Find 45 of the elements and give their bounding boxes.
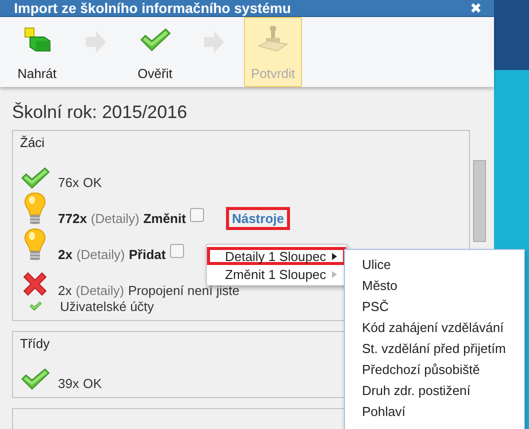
checkmark-icon (20, 166, 50, 190)
school-year-heading: Školní rok: 2015/2016 (11, 101, 188, 124)
count-label: 2x (58, 283, 72, 298)
count-label: 772x (58, 211, 87, 226)
menu-item[interactable]: Detaily 1 Sloupec (207, 247, 346, 265)
tools-link[interactable]: Nástroje (226, 207, 290, 230)
submenu-item[interactable]: Město (345, 275, 524, 296)
submenu-arrow-icon (332, 252, 337, 260)
status-text: Uživatelské účty (60, 298, 154, 314)
blocks-icon (22, 24, 52, 54)
count-label: 2x (58, 247, 72, 262)
status-text: Propojení není jiste (128, 283, 240, 298)
submenu-item[interactable]: Předchozí působiště (345, 359, 524, 380)
action-label: Změnit (143, 211, 186, 226)
submenu-item[interactable]: St. vzdělání před přijetím (345, 338, 524, 359)
checkmark-icon (20, 367, 50, 391)
submenu-item[interactable]: Kód zahájení vzdělávání (345, 317, 524, 338)
count-label: 39x (58, 376, 79, 391)
lightbulb-icon (24, 228, 46, 262)
submenu-item[interactable]: Ulice (345, 254, 524, 275)
close-button[interactable]: ✖ (470, 0, 482, 16)
status-text: OK (82, 376, 102, 391)
submenu-item[interactable]: Druh zdr. postižení (345, 380, 524, 401)
section-title: Třídy (20, 336, 50, 351)
checkmark-icon (28, 300, 42, 312)
checkmark-icon (139, 26, 171, 52)
window-title: Import ze školního informačního systému (14, 0, 291, 16)
count-label: 76x (58, 175, 79, 190)
cross-icon (21, 270, 49, 298)
checkbox[interactable] (190, 208, 204, 222)
submenu-item[interactable]: Pohlaví (345, 401, 524, 422)
step-button[interactable]: Ověřit (126, 17, 184, 87)
status-text: OK (82, 175, 102, 190)
details-link[interactable]: (Detaily) (76, 283, 124, 298)
details-link[interactable]: (Detaily) (76, 247, 125, 262)
menu-item[interactable]: Změnit 1 Sloupec (207, 265, 346, 283)
section-title: Žáci (20, 135, 45, 150)
step-button[interactable]: Nahrát (8, 17, 66, 87)
scrollbar-thumb[interactable] (473, 160, 486, 242)
lightbulb-icon (24, 192, 46, 226)
details-link[interactable]: (Detaily) (90, 211, 140, 226)
action-label: Přidat (128, 247, 166, 262)
submenu-item[interactable]: PSČ (345, 296, 524, 317)
submenu-arrow-icon (332, 270, 337, 278)
checkbox[interactable] (170, 244, 184, 258)
